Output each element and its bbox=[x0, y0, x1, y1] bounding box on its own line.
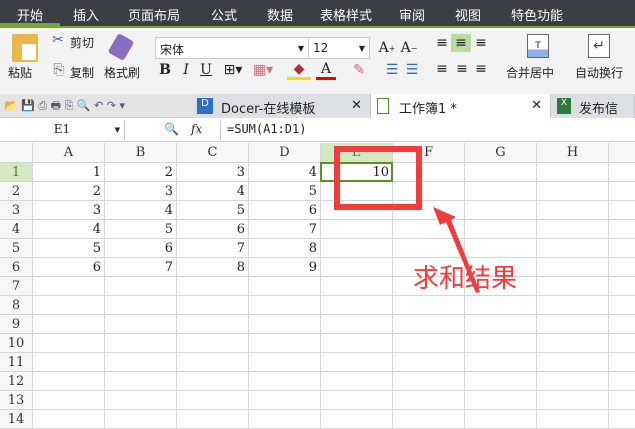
arrow-annotation bbox=[433, 207, 480, 293]
annotation-text: 求和结果 bbox=[413, 264, 518, 294]
